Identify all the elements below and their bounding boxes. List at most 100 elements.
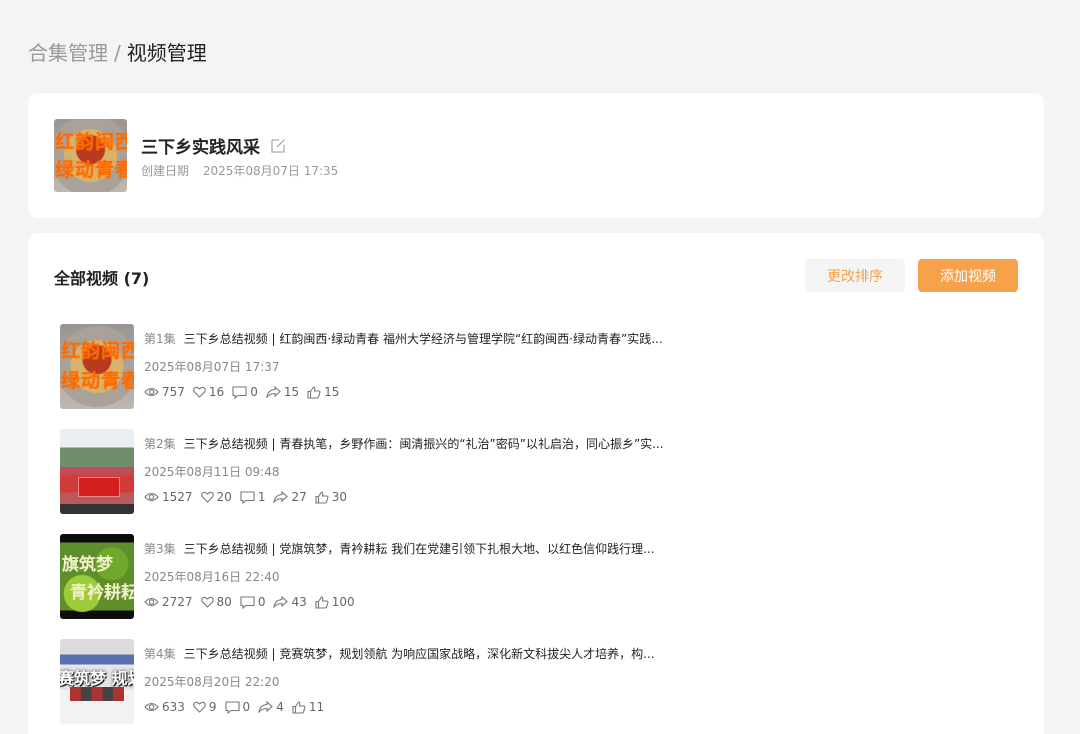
collection-cover: 红韵闽西 绿动青春 — [54, 119, 127, 192]
collection-title: 三下乡实践风采 — [141, 138, 260, 158]
comments-stat: 0 — [240, 595, 266, 609]
cover-text-line1: 红韵闽西 — [54, 131, 127, 153]
cover-text-line2: 绿动青春 — [54, 159, 127, 181]
episode-label: 第1集 — [144, 332, 176, 346]
video-date: 2025年08月16日 22:40 — [144, 570, 280, 584]
video-thumbnail[interactable]: 旗筑梦 青衿耕耘 — [60, 534, 134, 619]
views-count: 1527 — [162, 490, 193, 504]
heart-icon — [200, 596, 214, 608]
shares-count: 43 — [291, 595, 307, 609]
video-stats: 1527 20 1 27 30 — [144, 490, 355, 504]
thumbs-stat: 100 — [315, 595, 355, 609]
add-video-button[interactable]: 添加视频 — [918, 259, 1018, 292]
thumbs-up-icon — [315, 490, 329, 504]
heart-icon — [193, 701, 206, 713]
thumbs-count: 11 — [308, 700, 325, 714]
video-title[interactable]: 三下乡总结视频 | 青春执笔，乡野作画：闽清振兴的“礼治”密码”以礼启治，同心振… — [184, 437, 664, 451]
thumbnail-strip — [60, 504, 134, 514]
comments-count: 1 — [257, 490, 266, 504]
comments-stat: 0 — [224, 700, 251, 714]
thumbs-stat: 15 — [307, 385, 339, 399]
likes-count: 9 — [208, 700, 217, 714]
shares-stat: 4 — [258, 700, 284, 714]
collection-info-card: 红韵闽西 绿动青春 三下乡实践风采 创建日期 2025年08月07日 17:35 — [28, 93, 1044, 218]
video-item-2[interactable]: 第2集 三下乡总结视频 | 青春执笔，乡野作画：闽清振兴的“礼治”密码”以礼启治，… — [60, 429, 1020, 534]
video-list: 红韵闽西 绿动青春 第1集 三下乡总结视频 | 红韵闽西·绿动青春 福州大学经济与… — [60, 324, 1020, 734]
likes-count: 20 — [216, 490, 232, 504]
views-count: 2727 — [162, 595, 193, 609]
share-icon — [273, 491, 289, 503]
comment-icon — [240, 490, 255, 504]
shares-stat: 15 — [266, 385, 299, 399]
comments-count: 0 — [242, 700, 251, 714]
likes-stat: 16 — [193, 385, 224, 399]
shares-count: 4 — [276, 700, 284, 714]
likes-stat: 80 — [200, 595, 232, 609]
views-stat: 757 — [144, 385, 185, 399]
likes-stat: 20 — [200, 490, 232, 504]
video-title[interactable]: 三下乡总结视频 | 党旗筑梦，青衿耕耘 我们在党建引领下扎根大地、以红色信仰践行… — [184, 542, 655, 556]
shares-stat: 27 — [273, 490, 307, 504]
video-title-line: 第2集 三下乡总结视频 | 青春执笔，乡野作画：闽清振兴的“礼治”密码”以礼启治，… — [144, 435, 664, 452]
comments-stat: 1 — [240, 490, 266, 504]
likes-count: 80 — [216, 595, 232, 609]
breadcrumb-current: 视频管理 — [126, 41, 207, 65]
likes-stat: 9 — [193, 700, 217, 714]
video-stats: 633 9 0 4 11 — [144, 700, 332, 714]
thumbs-count: 100 — [331, 595, 355, 609]
video-title-line: 第1集 三下乡总结视频 | 红韵闽西·绿动青春 福州大学经济与管理学院“红韵闽西·… — [144, 330, 663, 347]
video-title-line: 第4集 三下乡总结视频 | 竞赛筑梦，规划领航 为响应国家战略，深化新文科拔尖人才… — [144, 645, 655, 662]
video-thumbnail[interactable] — [60, 429, 134, 514]
eye-icon — [144, 387, 159, 397]
thumbs-up-icon — [307, 385, 321, 399]
shares-count: 15 — [283, 385, 300, 399]
thumbnail-text-line2: 绿动青春 — [60, 370, 134, 392]
episode-label: 第2集 — [144, 437, 176, 451]
thumbnail-banner — [78, 477, 120, 497]
video-date: 2025年08月07日 17:37 — [144, 360, 280, 374]
comment-icon — [240, 595, 255, 609]
thumbs-stat: 11 — [292, 700, 324, 714]
video-date: 2025年08月11日 09:48 — [144, 465, 280, 479]
video-item-3[interactable]: 旗筑梦 青衿耕耘 第3集 三下乡总结视频 | 党旗筑梦，青衿耕耘 我们在党建引领下… — [60, 534, 1020, 639]
video-item-1[interactable]: 红韵闽西 绿动青春 第1集 三下乡总结视频 | 红韵闽西·绿动青春 福州大学经济与… — [60, 324, 1020, 429]
thumbs-count: 30 — [331, 490, 348, 504]
thumbnail-text-line2: 青衿耕耘 — [70, 583, 134, 603]
thumbs-count: 15 — [324, 385, 340, 399]
heart-icon — [200, 491, 214, 503]
eye-icon — [144, 492, 159, 502]
comment-icon — [224, 700, 240, 714]
heart-icon — [193, 386, 206, 398]
views-stat: 2727 — [144, 595, 193, 609]
share-icon — [273, 596, 289, 608]
video-item-4[interactable]: 赛筑梦 规划领 第4集三下乡总结视频 | 竞赛筑梦，规划领航 为响应国家战略，深… — [60, 639, 1020, 734]
thumbnail-people — [70, 687, 124, 701]
edit-icon[interactable] — [270, 137, 287, 154]
video-title-line: 第3集 三下乡总结视频 | 党旗筑梦，青衿耕耘 我们在党建引领下扎根大地、以红色信… — [144, 540, 655, 557]
thumbs-up-icon — [292, 700, 306, 714]
video-thumbnail[interactable]: 赛筑梦 规划领 — [60, 639, 134, 724]
thumbs-stat: 30 — [315, 490, 347, 504]
comments-count: 0 — [257, 595, 266, 609]
breadcrumb: 合集管理 / 视频管理 — [28, 40, 207, 66]
thumbs-up-icon — [315, 595, 329, 609]
thumbnail-text-line1: 红韵闽西 — [60, 340, 134, 362]
video-title[interactable]: 三下乡总结视频 | 红韵闽西·绿动青春 福州大学经济与管理学院“红韵闽西·绿动青… — [184, 332, 663, 346]
thumbnail-text-line1: 旗筑梦 — [62, 555, 113, 575]
collection-title-row: 三下乡实践风采 — [141, 133, 287, 158]
share-icon — [258, 701, 274, 713]
video-stats: 757 16 0 15 15 — [144, 385, 347, 399]
episode-label: 第3集 — [144, 542, 176, 556]
shares-count: 27 — [291, 490, 307, 504]
video-thumbnail[interactable]: 红韵闽西 绿动青春 — [60, 324, 134, 409]
breadcrumb-parent-link[interactable]: 合集管理 — [28, 41, 108, 65]
video-title[interactable]: 三下乡总结视频 | 竞赛筑梦，规划领航 为响应国家战略，深化新文科拔尖人才培养，… — [184, 647, 655, 661]
views-stat: 1527 — [144, 490, 193, 504]
likes-count: 16 — [208, 385, 225, 399]
thumbnail-text-line1: 赛筑梦 规划领 — [60, 669, 134, 688]
views-stat: 633 — [144, 700, 185, 714]
change-sort-button[interactable]: 更改排序 — [805, 259, 905, 292]
comment-icon — [232, 385, 247, 399]
video-date: 2025年08月20日 22:20 — [144, 675, 280, 689]
video-stats: 2727 80 0 43 100 — [144, 595, 363, 609]
